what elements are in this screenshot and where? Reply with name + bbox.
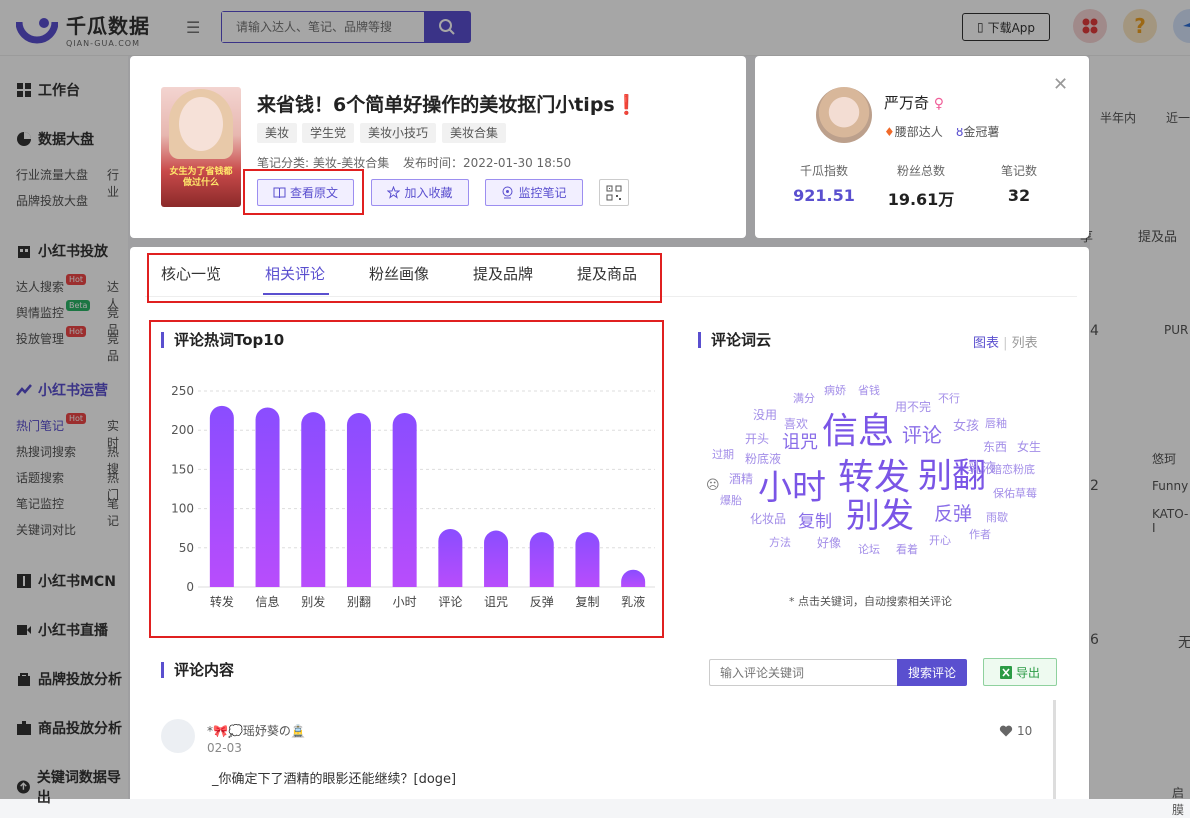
comment-text: _你确定下了酒精的眼影还能继续？[doge] [212,772,457,787]
cloud-word[interactable]: 看着 [896,541,918,557]
cloud-word[interactable]: 女生 [1017,438,1041,455]
qr-code-icon [606,185,622,200]
cloud-word[interactable]: 满分 [793,390,815,406]
view-chart-toggle[interactable]: 图表 [973,336,999,351]
comment-date: 02-03 [207,741,242,755]
scrollbar[interactable] [1053,700,1056,799]
add-favorite-button[interactable]: 加入收藏 [371,179,469,206]
word-cloud: 信息 转发 别翻 小时 别发 评论 诅咒 反弹 复制 乳液 满分 病娇 省钱 不行 用不完 没用 喜欢 女孩 唇釉开… [700,378,1060,568]
word-cloud-title: 评论词云 [698,332,771,348]
star-icon [387,186,401,199]
note-tag: 美妆合集 [442,123,507,143]
add-favorite-label: 加入收藏 [404,186,453,200]
author-crown-tag: ȣ金冠薯 [956,123,999,140]
stat-label-fans: 粉丝总数 [896,164,945,178]
cloud-word[interactable]: 没用 [753,406,777,423]
cloud-word[interactable]: 信息 [822,402,894,454]
cloud-word[interactable]: 别发 [846,488,914,537]
cloud-word[interactable]: 好像 [817,534,841,551]
note-tag: 美妆 [257,123,298,143]
emoji-face-icon[interactable]: ☹ [706,478,720,493]
cloud-word[interactable]: 病娇 [824,382,846,398]
cloud-word[interactable]: 女孩 [953,415,979,434]
cloud-word[interactable]: 省钱 [858,382,880,398]
note-publish-time: 发布时间：2022-01-30 18:50 [403,156,572,170]
view-toggle: 图表 | 列表 [973,332,1038,351]
word-cloud-hint: * 点击关键词，自动搜索相关评论 [789,595,952,608]
cloud-word[interactable]: 不行 [938,390,960,406]
cloud-word[interactable]: 方法 [769,534,791,550]
commenter-avatar [161,719,195,753]
cloud-word[interactable]: 论坛 [858,541,880,557]
export-button[interactable]: 导出 [983,658,1057,686]
note-cover-image[interactable]: 女生为了省钱都做过什么 [161,87,241,207]
cover-face [179,97,223,151]
qr-code-button[interactable] [599,179,629,206]
commenter-name: *🎀💭瑶妤葵の🚊 [207,724,306,738]
cloud-word[interactable]: 反弹 [934,499,972,526]
flame-icon: ♦ [884,125,895,139]
cloud-word[interactable]: 开头 [745,430,769,447]
monitor-note-label: 监控笔记 [518,186,567,200]
cloud-word[interactable]: 用不完 [895,398,931,415]
cloud-word[interactable]: 雨歇 [986,509,1008,525]
author-name: 严万奇 [884,94,930,112]
cloud-word[interactable]: 保佑草莓 [993,485,1037,501]
author-name-row[interactable]: 严万奇 ♀ [884,92,944,113]
cloud-word[interactable]: 评论 [902,419,942,448]
note-tag: 美妆小技巧 [360,123,437,143]
comment-like-count: 10 [1017,724,1033,738]
monitor-note-button[interactable]: 监控笔记 [485,179,583,206]
cloud-word[interactable]: 爆胎 [720,492,742,508]
comment-likes: 10 [999,724,1032,738]
cloud-word[interactable]: 暗恋粉底 [991,461,1035,477]
note-tag: 学生党 [302,123,355,143]
cloud-word[interactable]: 开心 [929,532,951,548]
cloud-word[interactable]: 粉底液 [745,450,781,467]
cloud-word[interactable]: 唇釉 [985,415,1007,431]
toggle-divider: | [1003,336,1012,351]
author-level-tag: ♦腰部达人 [884,123,943,140]
location-eye-icon [502,186,513,199]
highlight-hot-words [149,320,664,638]
author-crown-label: 金冠薯 [963,125,1000,139]
stat-value-notes: 32 [1007,186,1031,205]
excel-icon [999,665,1012,679]
view-list-toggle[interactable]: 列表 [1012,336,1038,351]
author-card [755,56,1089,238]
cloud-word[interactable]: 小时 [758,460,826,509]
highlight-view-original [243,169,364,215]
heart-icon [999,725,1013,737]
stat-label-index: 千瓜指数 [799,164,848,178]
cloud-word[interactable]: 东西 [983,438,1007,455]
stat-label-notes: 笔记数 [1000,164,1037,178]
cloud-word[interactable]: 酒精 [729,470,753,487]
comments-title: 评论内容 [161,662,234,678]
cloud-word[interactable]: 喜欢 [784,415,808,432]
cloud-word[interactable]: 作者 [969,526,991,542]
author-avatar[interactable] [816,87,872,143]
export-label: 导出 [1015,665,1040,680]
stat-value-fans: 19.61万 [887,190,955,209]
stat-value-index: 921.51 [793,186,855,205]
cloud-word[interactable]: 复制 [798,507,832,532]
note-title: 来省钱！6个简单好操作的美妆抠门小tips❗ [257,94,639,116]
comment-search-input[interactable] [709,659,897,686]
comment-search-button[interactable]: 搜索评论 [897,659,967,686]
female-icon: ♀ [933,96,945,112]
cloud-word[interactable]: 化妆品 [750,510,786,527]
close-icon[interactable]: ✕ [1053,74,1068,95]
highlight-tabs [147,253,662,303]
cloud-word[interactable]: 过期 [712,446,734,462]
author-level-label: 腰部达人 [894,125,943,139]
cover-caption: 女生为了省钱都做过什么 [169,167,233,188]
